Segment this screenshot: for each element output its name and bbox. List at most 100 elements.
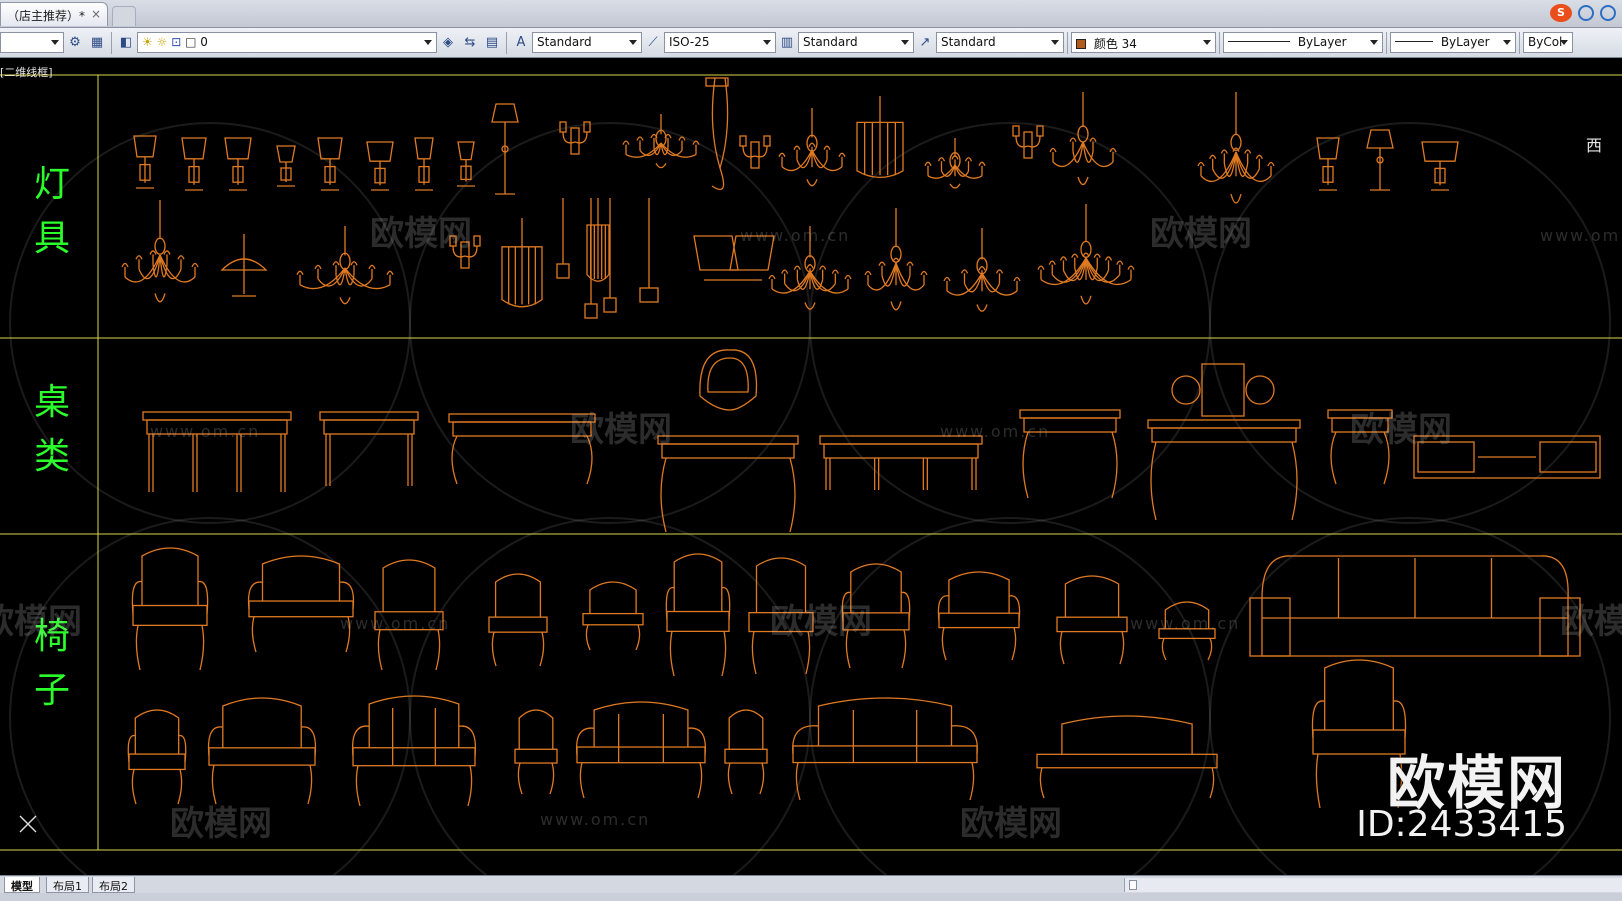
dresser-mirror [1171,363,1275,417]
chandelier [864,208,928,311]
close-tab-icon[interactable]: × [91,7,101,21]
pendant-light [556,198,570,279]
tab-layout1[interactable]: 布局1 [46,877,89,893]
document-tab[interactable]: （店主推荐）* × [0,2,108,26]
chair [937,571,1021,661]
watermark-logo: 欧模网 [570,410,672,450]
sofa [575,701,707,799]
sofa [351,695,477,807]
lineweight-value: ByLayer [1440,35,1490,49]
table-lamp [224,137,252,191]
layer-state-icon[interactable]: ◧ [116,33,136,53]
table-style-combo[interactable]: Standard [798,32,914,53]
watermark-logo: 欧模网 [1350,410,1452,450]
chair [665,553,731,677]
horizontal-scrollbar[interactable] [1124,878,1622,892]
chair [1036,715,1218,799]
new-tab-button[interactable] [112,6,136,26]
layer-combo[interactable]: ☀ ☼ ⊡ □ 0 [137,32,437,53]
dim-style-combo[interactable]: ISO-25 [664,32,776,53]
lineweight-combo[interactable]: ByLayer [1390,32,1516,53]
tab-layout2[interactable]: 布局2 [92,877,135,893]
category-label-lamps: 灯 具 [33,164,70,259]
lamp-drawings [121,77,1459,319]
pendant-light [639,198,659,303]
table [319,411,419,486]
linetype-preview [1228,41,1290,42]
watermark-url: www.om.cn [740,226,851,245]
dim-style-icon[interactable]: ⟋ [643,33,663,53]
settings-icon[interactable] [1578,5,1594,21]
text-style-icon[interactable]: A [511,33,531,53]
workspace-combo[interactable] [0,32,64,53]
watermark-url: www.om.cn [340,614,451,633]
sogou-ime-icon[interactable]: S [1550,4,1572,22]
layer-on-icon: ☀ [142,35,153,49]
toolbar-separator [111,31,112,54]
multileader-style-icon[interactable]: ↗ [915,33,935,53]
table-lamp [276,145,296,187]
chair [247,555,355,653]
layer-lock-icon: ⊡ [171,35,182,49]
chair-drawings [127,547,1581,809]
chair [582,581,644,651]
table-lamp [181,137,207,191]
table-lamp [1421,141,1459,191]
floor-lamp [491,103,519,195]
multileader-style-combo[interactable]: Standard [936,32,1064,53]
layer-color-icon: □ [185,35,197,49]
table-lamp [1316,137,1340,191]
viewport-style-label[interactable]: [二维线框] [0,64,53,80]
table-lamp [133,135,157,189]
table [819,435,983,490]
drawing-canvas[interactable]: [二维线框] 西 灯 具 桌 类 椅 子 欧模网 欧模网 欧模网 欧模网 欧模网… [0,58,1622,875]
table-lamp [457,141,475,187]
chandelier [1037,204,1135,305]
toolbar-separator [1386,31,1387,54]
chandelier [622,114,700,169]
large-sofa [1249,555,1581,657]
watermark-logo: 欧模网 [960,804,1062,844]
layer-previous-icon[interactable]: ⇆ [460,33,480,53]
watermark-logo: 欧模网 [170,58,272,61]
watermark-url: www.om.cn [1130,614,1241,633]
document-tab-strip: （店主推荐）* × S [0,0,1622,28]
document-tab-title: （店主推荐）* [7,9,86,23]
layer-freeze-icon: ☼ [156,35,168,49]
autocad-window: （店主推荐）* × S ⚙ ▦ ◧ ☀ ☼ ⊡ □ 0 ◈ ⇆ ▤ A Stan… [0,0,1622,901]
workspace-settings-icon[interactable]: ⚙ [65,33,85,53]
linetype-combo[interactable]: ByLayer [1223,32,1383,53]
table-style-icon[interactable]: ▥ [777,33,797,53]
watermark-logo: 欧模网 [960,58,1062,61]
wall-sconce [1012,125,1044,159]
viewcube-direction[interactable]: 西 [1586,132,1602,156]
layer-match-icon[interactable]: ▤ [482,33,502,53]
toolbar-separator [1519,31,1520,54]
watermark-url: www.om.cn [1540,226,1622,245]
make-current-layer-icon[interactable]: ◈ [438,33,458,53]
furniture-drawing [0,74,1622,875]
chair [131,547,209,671]
plotstyle-combo[interactable]: ByCol [1523,32,1573,53]
text-style-combo[interactable]: Standard [532,32,642,53]
help-icon[interactable] [1600,5,1616,21]
scroll-thumb[interactable] [1129,880,1137,890]
table-lamp [366,141,394,191]
table-lamp [317,137,343,191]
chair [514,709,558,795]
layout-tabs-bar: 模型 布局1 布局2 [0,875,1622,893]
color-combo[interactable]: 颜色 34 [1071,32,1216,53]
watermark-logo: 欧模网 [1560,602,1622,642]
chair [724,709,768,795]
ucs-icon [19,815,37,833]
watermark-logo: 欧模网 [770,602,872,642]
tab-model[interactable]: 模型 [4,877,40,893]
category-label-tables: 桌 类 [33,382,70,477]
layer-properties-icon[interactable]: ▦ [87,33,107,53]
watermark-logo: 欧模网 [0,602,82,642]
crystal-chandelier [501,218,543,308]
linetype-value: ByLayer [1297,35,1347,49]
watermark-url: www.om.cn [540,810,651,829]
watermark-url: www.om.cn [940,422,1051,441]
watermark-logo: 欧模网 [370,214,472,254]
